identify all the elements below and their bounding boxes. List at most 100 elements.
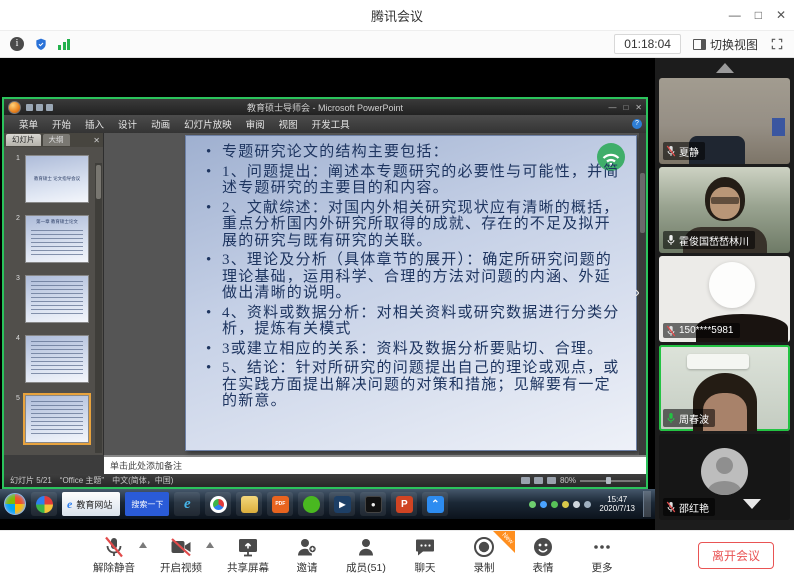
slide-editor-area: 专题研究论文的结构主要包括： 1、问题提出：阐述本专题研究的必要性与可能性，并简…	[104, 133, 646, 455]
ribbon-tab-view[interactable]: 视图	[272, 115, 305, 133]
panel-tab-slides[interactable]: 幻灯片	[6, 134, 41, 146]
switch-view-button[interactable]: 切换视图	[693, 36, 758, 53]
participant-tile-2[interactable]: 霍俊国嵆嵆林川	[659, 167, 790, 253]
folder-icon[interactable]	[236, 492, 262, 516]
chat-button[interactable]: 聊天	[403, 535, 447, 575]
panel-close-icon[interactable]: ✕	[93, 136, 100, 145]
search-task-button[interactable]: 搜索一下	[125, 492, 169, 516]
emoji-button[interactable]: 表情	[521, 535, 565, 575]
maximize-button[interactable]: □	[755, 8, 762, 22]
show-desktop-button[interactable]	[643, 491, 651, 517]
record-icon	[472, 535, 496, 559]
participant-tile-3[interactable]: 150****5981	[659, 256, 790, 342]
zoom-slider[interactable]	[580, 480, 640, 482]
slide-thumbnail-4[interactable]	[25, 335, 89, 383]
unmute-button[interactable]: 解除静音	[92, 535, 136, 575]
media-app-icon[interactable]	[205, 492, 231, 516]
minimize-button[interactable]: —	[729, 8, 741, 22]
tencent-meeting-taskbar-icon[interactable]: ⌃	[422, 492, 448, 516]
network-signal-icon	[58, 38, 70, 50]
slide-thumbnail-1[interactable]: 教育硕士 论文指导会议	[25, 155, 89, 203]
slide-bullet: 专题研究论文的结构主要包括：	[206, 144, 624, 161]
close-button[interactable]: ✕	[776, 8, 786, 22]
record-button[interactable]: 录制 New	[462, 535, 506, 575]
powerpoint-window: 教育硕士导师会 - Microsoft PowerPoint — □ ✕ 菜单 …	[2, 97, 648, 489]
slide-bullet: 4、资料或数据分析：对相关资料或研究数据进行分类分析，提炼有关模式	[206, 305, 624, 338]
view-normal-icon[interactable]	[521, 477, 530, 484]
slide-number: 5	[16, 395, 22, 443]
slide-thumbnail-3[interactable]	[25, 275, 89, 323]
editor-scrollbar[interactable]	[639, 133, 646, 455]
ppt-close-button[interactable]: ✕	[635, 103, 642, 112]
windows-start-button[interactable]	[4, 493, 26, 515]
meeting-topbar: i 01:18:04 切换视图	[0, 30, 794, 58]
ribbon-tab-insert[interactable]: 插入	[78, 115, 111, 133]
update-tray-icon[interactable]	[562, 501, 569, 508]
member-person-icon	[354, 535, 378, 559]
slide-number: 1	[16, 155, 22, 203]
tencent-meeting-window: 腾讯会议 — □ ✕ i 01:18:04 切换视图	[0, 0, 794, 579]
video-player-icon[interactable]: ▶	[329, 492, 355, 516]
powerpoint-taskbar-icon[interactable]: P	[391, 492, 417, 516]
notes-pane[interactable]: 单击此处添加备注	[104, 455, 646, 474]
start-video-button[interactable]: 开启视频	[159, 535, 203, 575]
window-title: 腾讯会议	[371, 6, 423, 25]
slide-bullet-list: 专题研究论文的结构主要包括： 1、问题提出：阐述本专题研究的必要性与可能性，并简…	[206, 144, 624, 410]
meeting-info-icon[interactable]: i	[10, 37, 24, 51]
view-sorter-icon[interactable]	[534, 477, 543, 484]
ppt-help-icon[interactable]: ?	[632, 119, 642, 129]
slide-bullet: 1、问题提出：阐述本专题研究的必要性与可能性，并简述专题研究的主要目的和内容。	[206, 164, 624, 197]
security-shield-icon[interactable]	[34, 37, 48, 52]
volume-tray-icon[interactable]	[573, 501, 580, 508]
antivirus-tray-icon[interactable]	[551, 501, 558, 508]
meeting-content: 教育硕士导师会 - Microsoft PowerPoint — □ ✕ 菜单 …	[0, 58, 794, 530]
ppt-restore-button[interactable]: □	[623, 103, 628, 112]
invite-button[interactable]: 邀请	[285, 535, 329, 575]
wifi-tray-icon[interactable]	[529, 501, 536, 508]
panel-tab-outline[interactable]: 大纲	[43, 134, 70, 146]
notes-placeholder: 单击此处添加备注	[110, 459, 182, 472]
ribbon-tab-design[interactable]: 设计	[111, 115, 144, 133]
ribbon-tab-review[interactable]: 审阅	[239, 115, 272, 133]
ribbon-tab-slideshow[interactable]: 幻灯片放映	[177, 115, 239, 133]
scroll-down-arrow-icon[interactable]	[743, 499, 761, 509]
current-slide: 专题研究论文的结构主要包括： 1、问题提出：阐述本专题研究的必要性与可能性，并简…	[185, 135, 637, 451]
panel-scrollbar[interactable]	[95, 163, 102, 453]
participant-name-badge: 150****5981	[663, 323, 740, 338]
slides-panel: 幻灯片 大纲 ✕ 1 教育硕士 论文指导会议 2 第一章 教育硕士论文	[4, 133, 104, 455]
more-button[interactable]: 更多	[580, 535, 624, 575]
video-options-caret[interactable]	[206, 542, 214, 548]
browser-task-item[interactable]: e 教育网站	[62, 492, 120, 516]
ribbon-tab-animation[interactable]: 动画	[144, 115, 177, 133]
ribbon-tab-menu[interactable]: 菜单	[12, 115, 45, 133]
slide-number: 4	[16, 335, 22, 383]
mic-options-caret[interactable]	[139, 542, 147, 548]
bluetooth-tray-icon[interactable]	[540, 501, 547, 508]
participant-tile-5[interactable]: 邵红艳	[659, 434, 790, 520]
participant-tile-4-speaking[interactable]: 周春波	[659, 345, 790, 431]
slide-bullet: 3或建立相应的关系：资料及数据分析要贴切、合理。	[206, 341, 624, 358]
colorful-app-icon[interactable]	[31, 492, 57, 516]
camera-app-icon[interactable]: ●	[360, 492, 386, 516]
slide-thumbnail-5-current[interactable]	[25, 395, 89, 443]
ppt-minimize-button[interactable]: —	[608, 103, 616, 112]
fullscreen-icon[interactable]	[770, 37, 784, 51]
participant-tile-1[interactable]: 夏静	[659, 78, 790, 164]
leave-meeting-button[interactable]: 离开会议	[698, 542, 774, 569]
slide-number: 3	[16, 275, 22, 323]
green-app-icon[interactable]	[298, 492, 324, 516]
ppt-statusbar: 幻灯片 5/21 “Office 主题” 中文(简体，中国) 80%	[4, 474, 646, 487]
ribbon-tab-home[interactable]: 开始	[45, 115, 78, 133]
share-screen-button[interactable]: 共享屏幕	[226, 535, 270, 575]
slide-thumbnail-2[interactable]: 第一章 教育硕士论文	[25, 215, 89, 263]
ribbon-tab-developer[interactable]: 开发工具	[305, 115, 357, 133]
mic-muted-icon	[666, 501, 676, 513]
view-slideshow-icon[interactable]	[547, 477, 556, 484]
meeting-timer: 01:18:04	[614, 34, 681, 54]
members-button[interactable]: 成员(51)	[344, 535, 388, 575]
network-tray-icon[interactable]	[584, 501, 591, 508]
taskbar-clock[interactable]: 15:47 2020/7/13	[599, 495, 635, 513]
scroll-up-arrow-icon[interactable]	[716, 63, 734, 73]
pdf-app-icon[interactable]: PDF	[267, 492, 293, 516]
ie-browser-icon[interactable]: e	[174, 492, 200, 516]
